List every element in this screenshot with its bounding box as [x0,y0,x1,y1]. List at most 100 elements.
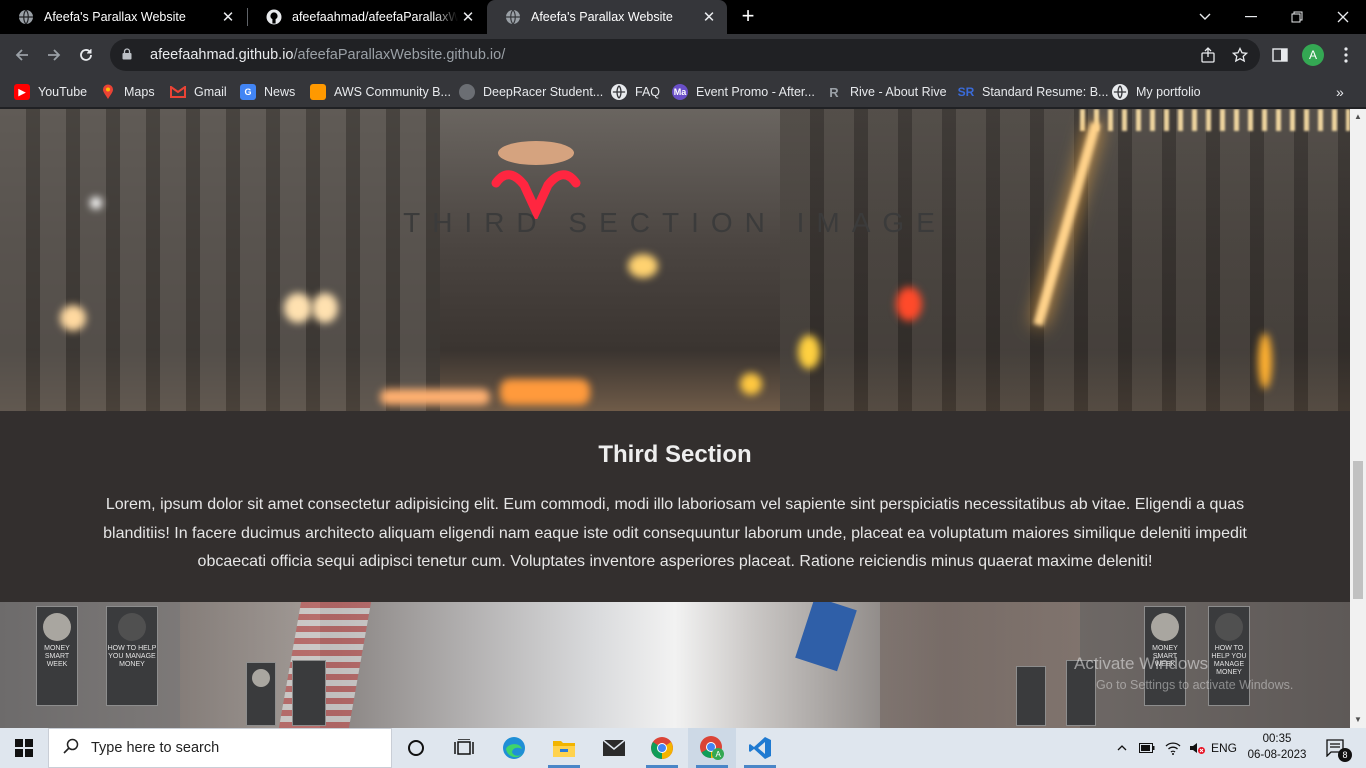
bookmark-gmail[interactable]: Gmail [170,82,227,102]
vscode-icon[interactable] [736,728,784,768]
address-bar[interactable]: afeefaahmad.github.io/afeefaParallaxWebs… [110,39,1260,71]
mail-icon[interactable] [590,728,638,768]
bookmark-event-promo[interactable]: Ma Event Promo - After... [672,82,815,102]
bookmark-rive[interactable]: R Rive - About Rive [826,82,947,102]
notification-count-badge: 8 [1338,748,1352,762]
bokeh-light [312,293,338,323]
news-icon: G [240,84,256,100]
tab-github-repo[interactable]: afeefaahmad/afeefaParallaxWebsite ✕ [248,0,486,34]
share-icon[interactable] [1196,43,1220,67]
side-panel-icon[interactable] [1266,41,1294,69]
search-placeholder: Type here to search [91,740,220,756]
section-body: Lorem, ipsum dolor sit amet consectetur … [103,496,1247,570]
search-icon [63,738,79,759]
page-scrollbar[interactable]: ▲ ▼ [1350,109,1366,728]
volume-muted-icon[interactable] [1186,728,1208,768]
more-bookmarks-icon[interactable]: » [1336,82,1344,102]
language-indicator[interactable]: ENG [1208,728,1240,768]
scroll-down-arrow-icon[interactable]: ▼ [1350,712,1366,728]
file-explorer-icon[interactable] [540,728,588,768]
scrollbar-thumb[interactable] [1353,461,1363,599]
wifi-icon[interactable] [1162,728,1184,768]
youtube-icon: ▶ [14,84,30,100]
notifications-icon[interactable]: 8 [1318,728,1354,768]
bookmark-resume[interactable]: SR Standard Resume: B... [958,82,1109,102]
tab-parallax-active[interactable]: Afeefa's Parallax Website ✕ [487,0,727,34]
taskbar-search-box[interactable]: Type here to search [48,728,392,768]
activate-windows-title: Activate Windows [1074,654,1209,673]
section-heading: Third Section [598,441,752,468]
lock-icon[interactable] [122,47,142,63]
globe-icon [1112,84,1128,100]
svg-text:A: A [716,750,722,759]
reload-button[interactable] [72,41,100,69]
bookmark-news[interactable]: G News [240,82,295,102]
edge-icon[interactable] [490,728,538,768]
globe-icon [611,84,627,100]
tab-title: Afeefa's Parallax Website [531,10,673,24]
github-icon [266,9,282,25]
new-tab-button[interactable]: + [736,5,760,29]
bookmark-label: Standard Resume: B... [982,85,1109,99]
chrome-icon[interactable] [638,728,686,768]
bokeh-light [798,335,820,369]
close-window-button[interactable] [1320,0,1366,34]
bokeh-light [500,379,590,405]
meetup-icon: Ma [672,84,688,100]
show-hidden-icons-icon[interactable] [1112,728,1132,768]
browser-toolbar: afeefaahmad.github.io/afeefaParallaxWebs… [0,34,1366,76]
battery-icon[interactable] [1136,728,1158,768]
bookmark-label: AWS Community B... [334,85,451,99]
hero-title: THIRD SECTION IMAGE [403,207,947,238]
windows-logo-icon [15,739,33,757]
bookmark-youtube[interactable]: ▶ YouTube [14,82,87,102]
third-section: Third Section Lorem, ipsum dolor sit ame… [0,411,1350,602]
cortana-icon[interactable] [392,728,440,768]
bookmark-aws[interactable]: AWS Community B... [310,82,451,102]
bookmark-maps[interactable]: Maps [100,82,155,102]
bookmark-label: My portfolio [1136,85,1201,99]
gmail-icon [170,84,186,100]
tab-title: afeefaahmad/afeefaParallaxWebsite [292,10,458,24]
page-viewport: THIRD SECTION IMAGE Third Section Lorem,… [0,109,1366,728]
street-banner [292,660,326,726]
tab-strip: Afeefa's Parallax Website ✕ afeefaahmad/… [0,0,1366,34]
parallax-hero-image: THIRD SECTION IMAGE [0,109,1350,411]
close-tab-icon[interactable]: ✕ [218,8,238,26]
bookmark-deepracer[interactable]: DeepRacer Student... [459,82,603,102]
clock-date: 06-08-2023 [1247,749,1307,761]
close-tab-icon[interactable]: ✕ [699,8,719,26]
marquee-lights-decor [1080,109,1350,131]
bookmark-label: Rive - About Rive [850,85,947,99]
street-banner [1016,666,1046,726]
tab-parallax-1[interactable]: Afeefa's Parallax Website ✕ [0,0,246,34]
bookmark-label: YouTube [38,85,88,99]
bookmark-label: DeepRacer Student... [483,85,604,99]
profile-avatar[interactable]: A [1302,44,1324,66]
tab-search-icon[interactable] [1182,0,1228,34]
forward-button[interactable] [40,41,68,69]
bookmark-star-icon[interactable] [1228,43,1252,67]
tab-title: Afeefa's Parallax Website [44,10,186,24]
bookmark-label: Maps [124,85,155,99]
clock[interactable]: 00:35 06-08-2023 [1244,731,1310,763]
scroll-up-arrow-icon[interactable]: ▲ [1350,109,1366,125]
street-banner: MONEY SMART WEEK [36,606,78,706]
deepracer-icon [459,84,475,100]
street-banner [246,662,276,726]
globe-icon [505,9,521,25]
bookmark-portfolio[interactable]: My portfolio [1112,82,1201,102]
bank-sign-decor [795,602,857,672]
close-tab-icon[interactable]: ✕ [458,8,478,26]
chrome-profile-icon[interactable]: A [688,728,736,768]
building-left-decor [0,109,440,411]
back-button[interactable] [8,41,36,69]
bookmark-faq[interactable]: FAQ [611,82,660,102]
bokeh-light [60,305,86,331]
minimize-button[interactable] [1228,0,1274,34]
menu-kebab-icon[interactable] [1332,41,1360,69]
task-view-icon[interactable] [440,728,488,768]
windows-taskbar: Type here to search A ENG 00:35 06-08-20… [0,728,1366,768]
restore-button[interactable] [1274,0,1320,34]
start-button[interactable] [0,728,48,768]
